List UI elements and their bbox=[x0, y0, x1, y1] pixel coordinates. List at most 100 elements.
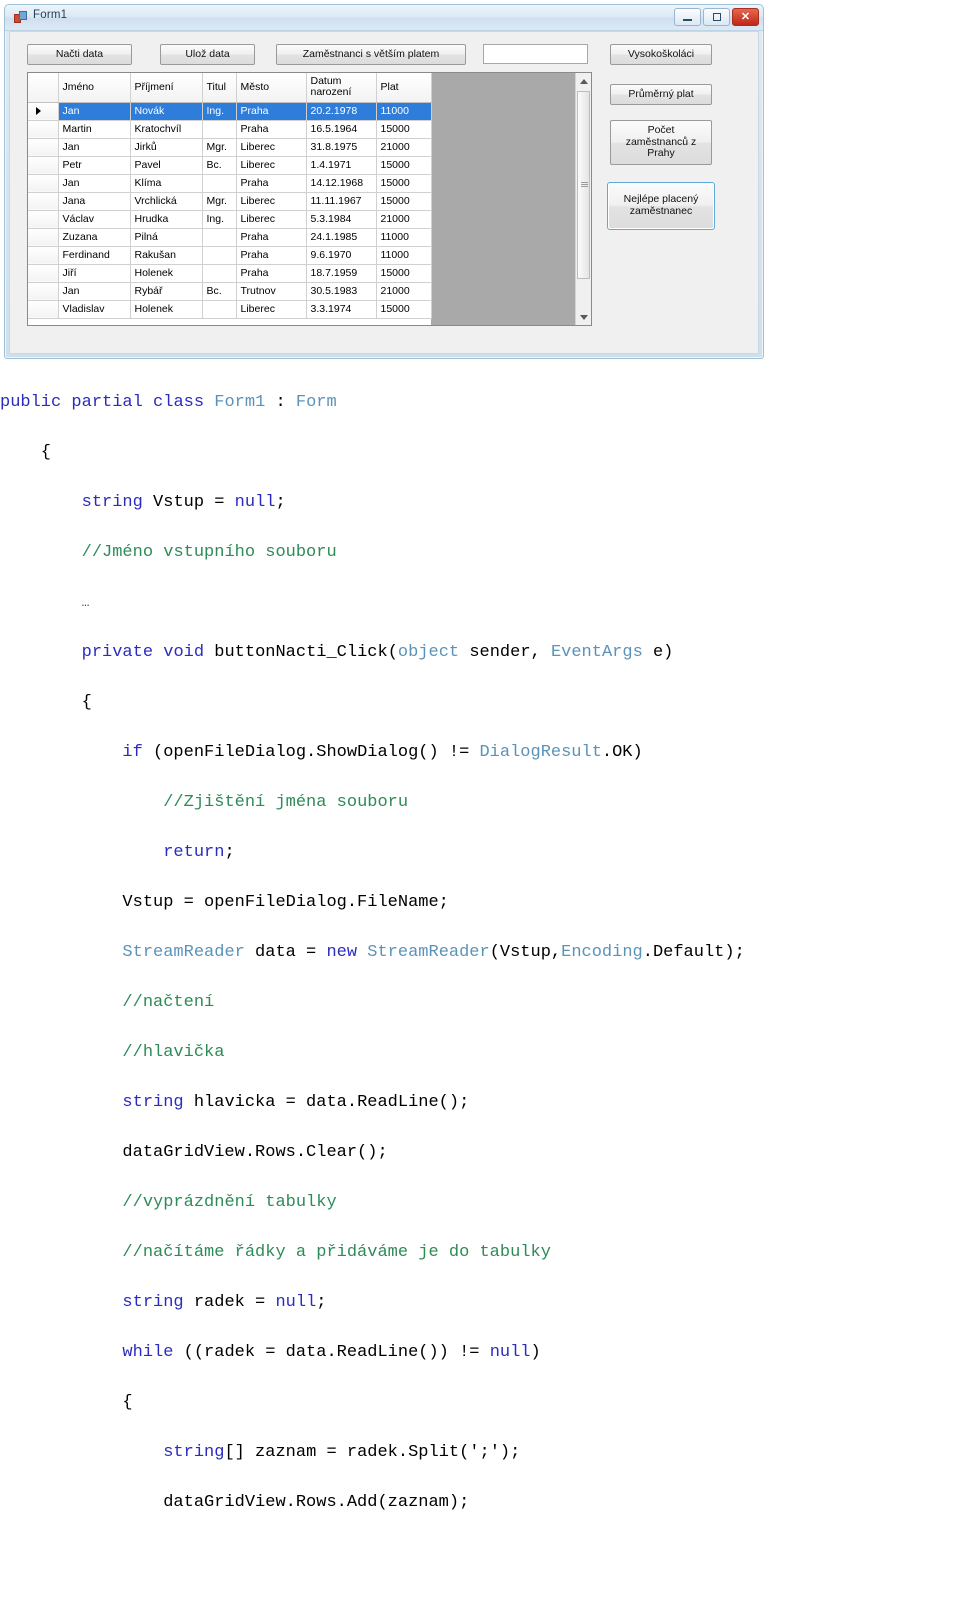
cell-titul[interactable]: Mgr. bbox=[202, 138, 237, 157]
cell-mesto[interactable]: Liberec bbox=[236, 138, 307, 157]
column-header-prijmeni[interactable]: Příjmení bbox=[130, 73, 203, 103]
cell-datum[interactable]: 20.2.1978 bbox=[306, 102, 377, 121]
cell-prijmeni[interactable]: Pilná bbox=[130, 228, 203, 247]
column-header-jmeno[interactable]: Jméno bbox=[58, 73, 131, 103]
cell-titul[interactable] bbox=[202, 300, 237, 319]
table-row[interactable]: Vladislav Holenek Liberec 3.3.1974 15000 bbox=[28, 300, 432, 319]
cell-titul[interactable] bbox=[202, 264, 237, 283]
employees-higher-salary-button[interactable]: Zaměstnanci s větším platem bbox=[276, 44, 466, 65]
cell-datum[interactable]: 5.3.1984 bbox=[306, 210, 377, 229]
cell-titul[interactable]: Ing. bbox=[202, 102, 237, 121]
table-row[interactable]: Martin Kratochvíl Praha 16.5.1964 15000 bbox=[28, 120, 432, 139]
row-selector[interactable] bbox=[28, 120, 59, 139]
cell-jmeno[interactable]: Petr bbox=[58, 156, 131, 175]
cell-mesto[interactable]: Liberec bbox=[236, 192, 307, 211]
row-selector[interactable] bbox=[28, 300, 59, 319]
cell-plat[interactable]: 15000 bbox=[376, 264, 432, 283]
cell-plat[interactable]: 15000 bbox=[376, 156, 432, 175]
load-data-button[interactable]: Načti data bbox=[27, 44, 132, 65]
cell-titul[interactable]: Bc. bbox=[202, 282, 237, 301]
grid-vertical-scrollbar[interactable] bbox=[575, 73, 591, 325]
table-row[interactable]: Petr Pavel Bc. Liberec 1.4.1971 15000 bbox=[28, 156, 432, 175]
cell-jmeno[interactable]: Vladislav bbox=[58, 300, 131, 319]
cell-prijmeni[interactable]: Novák bbox=[130, 102, 203, 121]
cell-datum[interactable]: 1.4.1971 bbox=[306, 156, 377, 175]
save-data-button[interactable]: Ulož data bbox=[160, 44, 255, 65]
cell-jmeno[interactable]: Jan bbox=[58, 174, 131, 193]
row-selector[interactable] bbox=[28, 138, 59, 157]
cell-jmeno[interactable]: Zuzana bbox=[58, 228, 131, 247]
average-salary-button[interactable]: Průměrný plat bbox=[610, 84, 712, 105]
cell-titul[interactable]: Mgr. bbox=[202, 192, 237, 211]
cell-jmeno[interactable]: Jana bbox=[58, 192, 131, 211]
cell-titul[interactable] bbox=[202, 246, 237, 265]
cell-plat[interactable]: 21000 bbox=[376, 138, 432, 157]
cell-datum[interactable]: 3.3.1974 bbox=[306, 300, 377, 319]
row-selector[interactable] bbox=[28, 102, 59, 121]
cell-prijmeni[interactable]: Holenek bbox=[130, 264, 203, 283]
cell-datum[interactable]: 16.5.1964 bbox=[306, 120, 377, 139]
best-paid-employee-button[interactable]: Nejlépe placený zaměstnanec bbox=[607, 182, 715, 230]
cell-plat[interactable]: 11000 bbox=[376, 228, 432, 247]
cell-mesto[interactable]: Praha bbox=[236, 120, 307, 139]
salary-input[interactable] bbox=[483, 44, 588, 64]
cell-datum[interactable]: 9.6.1970 bbox=[306, 246, 377, 265]
cell-jmeno[interactable]: Martin bbox=[58, 120, 131, 139]
column-header-titul[interactable]: Titul bbox=[202, 73, 237, 103]
cell-datum[interactable]: 14.12.1968 bbox=[306, 174, 377, 193]
cell-mesto[interactable]: Liberec bbox=[236, 300, 307, 319]
cell-datum[interactable]: 18.7.1959 bbox=[306, 264, 377, 283]
maximize-button[interactable] bbox=[703, 8, 730, 26]
close-button[interactable]: ✕ bbox=[732, 8, 759, 26]
cell-jmeno[interactable]: Jiří bbox=[58, 264, 131, 283]
table-row[interactable]: Zuzana Pilná Praha 24.1.1985 11000 bbox=[28, 228, 432, 247]
cell-plat[interactable]: 15000 bbox=[376, 174, 432, 193]
row-selector[interactable] bbox=[28, 246, 59, 265]
cell-prijmeni[interactable]: Hrudka bbox=[130, 210, 203, 229]
cell-jmeno[interactable]: Jan bbox=[58, 102, 131, 121]
cell-mesto[interactable]: Praha bbox=[236, 264, 307, 283]
row-selector[interactable] bbox=[28, 228, 59, 247]
scroll-up-icon[interactable] bbox=[576, 73, 591, 89]
row-selector[interactable] bbox=[28, 174, 59, 193]
table-row[interactable]: Ferdinand Rakušan Praha 9.6.1970 11000 bbox=[28, 246, 432, 265]
cell-plat[interactable]: 21000 bbox=[376, 210, 432, 229]
cell-mesto[interactable]: Praha bbox=[236, 102, 307, 121]
cell-prijmeni[interactable]: Vrchlická bbox=[130, 192, 203, 211]
cell-mesto[interactable]: Liberec bbox=[236, 156, 307, 175]
row-selector[interactable] bbox=[28, 282, 59, 301]
university-graduates-button[interactable]: Vysokoškoláci bbox=[610, 44, 712, 65]
cell-datum[interactable]: 30.5.1983 bbox=[306, 282, 377, 301]
cell-plat[interactable]: 21000 bbox=[376, 282, 432, 301]
cell-prijmeni[interactable]: Klíma bbox=[130, 174, 203, 193]
cell-plat[interactable]: 11000 bbox=[376, 246, 432, 265]
cell-mesto[interactable]: Trutnov bbox=[236, 282, 307, 301]
cell-datum[interactable]: 11.11.1967 bbox=[306, 192, 377, 211]
row-selector[interactable] bbox=[28, 192, 59, 211]
cell-jmeno[interactable]: Václav bbox=[58, 210, 131, 229]
table-row[interactable]: Jana Vrchlická Mgr. Liberec 11.11.1967 15000 bbox=[28, 192, 432, 211]
column-header-datum-narozeni[interactable]: Datum narození bbox=[306, 73, 377, 103]
cell-prijmeni[interactable]: Holenek bbox=[130, 300, 203, 319]
cell-jmeno[interactable]: Jan bbox=[58, 138, 131, 157]
row-selector[interactable] bbox=[28, 264, 59, 283]
cell-prijmeni[interactable]: Rybář bbox=[130, 282, 203, 301]
cell-titul[interactable] bbox=[202, 120, 237, 139]
cell-mesto[interactable]: Liberec bbox=[236, 210, 307, 229]
column-header-plat[interactable]: Plat bbox=[376, 73, 432, 103]
cell-mesto[interactable]: Praha bbox=[236, 228, 307, 247]
employee-data-grid[interactable]: Jméno Příjmení Titul Město Datum narození… bbox=[27, 72, 592, 326]
cell-prijmeni[interactable]: Kratochvíl bbox=[130, 120, 203, 139]
cell-titul[interactable]: Ing. bbox=[202, 210, 237, 229]
scrollbar-thumb[interactable] bbox=[577, 91, 590, 279]
cell-titul[interactable] bbox=[202, 174, 237, 193]
scroll-down-icon[interactable] bbox=[576, 309, 591, 325]
cell-mesto[interactable]: Praha bbox=[236, 246, 307, 265]
table-row[interactable]: Jan Klíma Praha 14.12.1968 15000 bbox=[28, 174, 432, 193]
cell-datum[interactable]: 24.1.1985 bbox=[306, 228, 377, 247]
cell-jmeno[interactable]: Jan bbox=[58, 282, 131, 301]
table-row[interactable]: Jan Novák Ing. Praha 20.2.1978 11000 bbox=[28, 102, 432, 121]
cell-plat[interactable]: 15000 bbox=[376, 300, 432, 319]
table-row[interactable]: Jiří Holenek Praha 18.7.1959 15000 bbox=[28, 264, 432, 283]
prague-employee-count-button[interactable]: Počet zaměstnanců z Prahy bbox=[610, 120, 712, 165]
